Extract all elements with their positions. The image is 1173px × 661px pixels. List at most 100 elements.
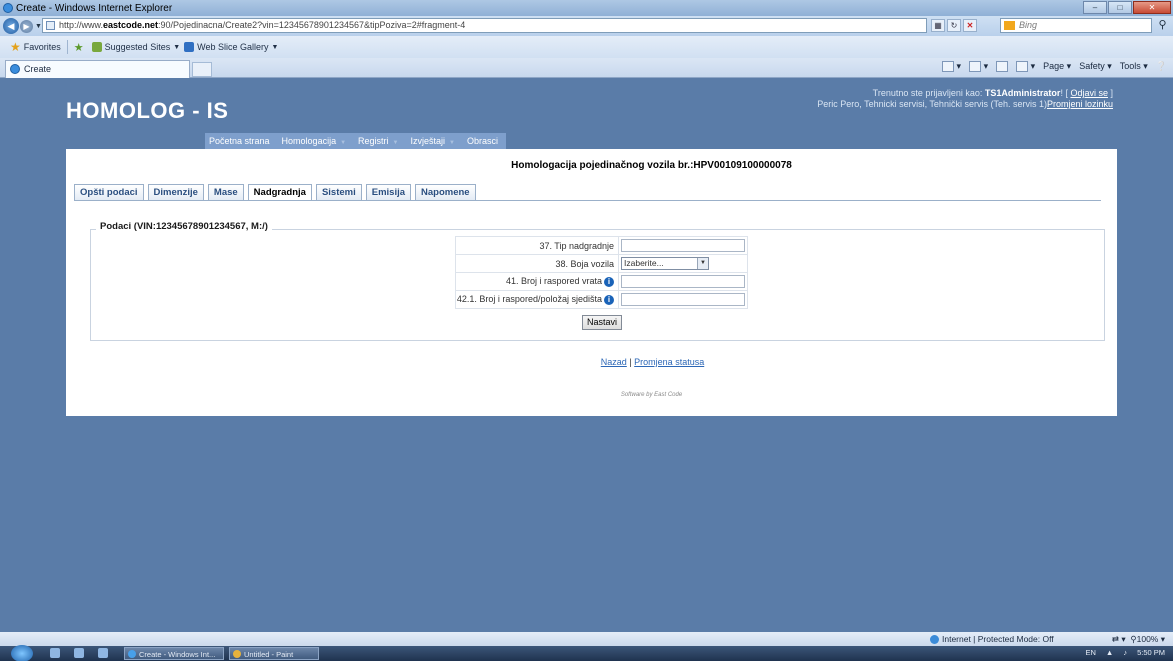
print-button[interactable]: ▾ [1016,61,1035,73]
tools-menu[interactable]: Tools ▾ [1120,61,1148,72]
taskbar-item-ie[interactable]: Create - Windows Int... [124,647,224,660]
doors-label: 41. Broj i raspored vrata [505,276,602,287]
close-button[interactable]: ✕ [1133,1,1171,14]
clock[interactable]: 5:50 PM [1137,648,1165,657]
vehicle-color-select[interactable]: Izaberite... ▼ [621,257,709,270]
url-field[interactable]: http://www.eastcode.net:90/Pojedinacna/C… [42,18,927,33]
tools-menu-label: Tools [1119,61,1141,71]
browser-tab[interactable]: Create [5,60,190,78]
menu-item-home[interactable]: Početna strana [209,136,270,146]
field-value-cell [618,236,748,255]
security-zone[interactable]: Internet | Protected Mode: Off [930,634,1054,645]
safety-menu[interactable]: Safety ▾ [1079,61,1112,72]
menu-item-homologacija-label: Homologacija [281,136,337,146]
zoom-control[interactable]: ⇄ ▾ ⚲100% ▾ [1112,634,1165,645]
chevron-down-icon[interactable]: ▼ [272,44,279,51]
page-menu[interactable]: Page ▾ [1043,61,1071,72]
window-title: Create - Windows Internet Explorer [16,2,173,14]
language-indicator[interactable]: EN [1085,648,1095,657]
menu-item-obrasci[interactable]: Obrasci [467,136,498,146]
maximize-button[interactable]: □ [1108,1,1132,14]
network-icon[interactable]: ▲ [1106,648,1113,657]
logout-link[interactable]: Odjavi se [1070,88,1108,98]
security-zone-label: Internet | Protected Mode: Off [942,634,1054,644]
menu-item-homologacija[interactable]: Homologacija ▼ [282,136,346,146]
favorites-button[interactable]: Favorites [24,42,61,52]
form-table: 37. Tip nadgradnje 38. Boja vozila Izabe… [455,236,748,309]
favorites-star-icon[interactable]: ★ [10,40,21,54]
menu-item-registri[interactable]: Registri ▼ [358,136,398,146]
tab-napomene[interactable]: Napomene [415,184,476,200]
taskbar-item-paint[interactable]: Untitled - Paint [229,647,319,660]
menu-item-izvjestaji-label: Izvještaji [410,136,446,146]
print-icon [1016,61,1029,73]
window-titlebar: Create - Windows Internet Explorer – □ ✕ [0,0,1173,16]
volume-icon[interactable]: ♪ [1123,648,1127,657]
status-change-link[interactable]: Promjena statusa [634,357,704,367]
chevron-down-icon[interactable]: ▼ [697,258,708,269]
back-arrow-icon[interactable]: ◀ [3,18,19,34]
favorites-bar: ★ Favorites ★ Suggested Sites ▼ Web Slice… [0,36,1173,58]
home-icon [942,61,955,73]
body-type-input[interactable] [621,239,745,252]
feeds-button[interactable]: ▾ [969,61,988,73]
web-slice-link[interactable]: Web Slice Gallery [197,42,268,52]
info-icon[interactable]: i [604,294,614,305]
suggested-sites-link[interactable]: Suggested Sites [105,42,171,52]
mail-icon [996,61,1009,73]
search-field[interactable]: Bing [1000,18,1152,33]
zoom-level: 100% [1136,634,1159,644]
quicklaunch-icon[interactable] [74,648,84,658]
history-dropdown-icon[interactable]: ▼ [35,23,42,30]
quicklaunch-icon[interactable] [98,648,108,658]
username: TS1Administrator [984,88,1061,98]
home-button[interactable]: ▾ [942,61,961,73]
change-password-link[interactable]: Promjeni lozinku [1047,99,1113,109]
suggested-sites-icon [91,42,102,52]
page-icon [46,21,55,30]
divider [66,40,68,54]
tab-dimenzije[interactable]: Dimenzije [147,184,204,200]
add-favorite-icon[interactable]: ★ [74,41,84,54]
field-label: 41. Broj i raspored vrata i [455,272,619,291]
tab-sistemi[interactable]: Sistemi [315,184,362,200]
page-menu-label: Page [1043,61,1065,71]
search-icon[interactable]: ⚲ [1155,18,1170,33]
user-info: Trenutno ste prijavljeni kao: TS1Adminis… [817,88,1113,109]
minimize-button[interactable]: – [1083,1,1107,14]
doors-input[interactable] [621,275,745,288]
menu-item-obrasci-label: Obrasci [466,136,498,146]
seats-input[interactable] [621,293,745,306]
content-panel: Homologacija pojedinačnog vozila br.:HPV… [66,149,1117,416]
form-row: 37. Tip nadgradnje [455,236,748,255]
back-link[interactable]: Nazad [601,357,627,367]
start-button[interactable] [11,645,33,661]
quicklaunch-icon[interactable] [50,648,60,658]
compatibility-icon[interactable]: ▦ [931,19,945,32]
link-separator: | [629,357,632,367]
system-tray: EN ▲ ♪ 5:50 PM [1085,648,1165,657]
paint-icon [233,650,241,658]
chevron-down-icon[interactable]: ▼ [173,44,180,51]
forward-arrow-icon[interactable]: ▶ [20,19,33,33]
tab-opsti-podaci[interactable]: Opšti podaci [74,184,144,200]
continue-button[interactable]: Nastavi [582,315,623,330]
bottom-links: Nazad | Promjena statusa [66,357,1117,367]
tab-nadgradnja[interactable]: Nadgradnja [247,184,312,201]
help-icon[interactable]: ❔ [1156,61,1167,72]
ie-tab-icon [10,64,20,74]
new-tab-button[interactable] [192,62,212,77]
logged-in-prefix: Trenutno ste prijavljeni kao: [872,88,983,98]
address-bar: ◀ ▶ ▼ http://www.eastcode.net:90/Pojedin… [0,16,1173,36]
tab-mase[interactable]: Mase [207,184,244,200]
info-icon[interactable]: i [604,276,614,287]
app-title: HOMOLOG - IS [66,98,229,123]
stop-icon[interactable]: ✕ [963,19,977,32]
refresh-icon[interactable]: ↻ [947,19,961,32]
mail-button[interactable] [996,61,1009,73]
tab-emisija[interactable]: Emisija [365,184,412,200]
menu-item-izvjestaji[interactable]: Izvještaji ▼ [411,136,455,146]
tab-strip: Create ▾ ▾ ▾ Page ▾ Safety ▾ Tools ▾ ❔ [0,58,1173,78]
field-label: 37. Tip nadgradnje [455,236,619,255]
vehicle-color-selected: Izaberite... [624,258,664,268]
